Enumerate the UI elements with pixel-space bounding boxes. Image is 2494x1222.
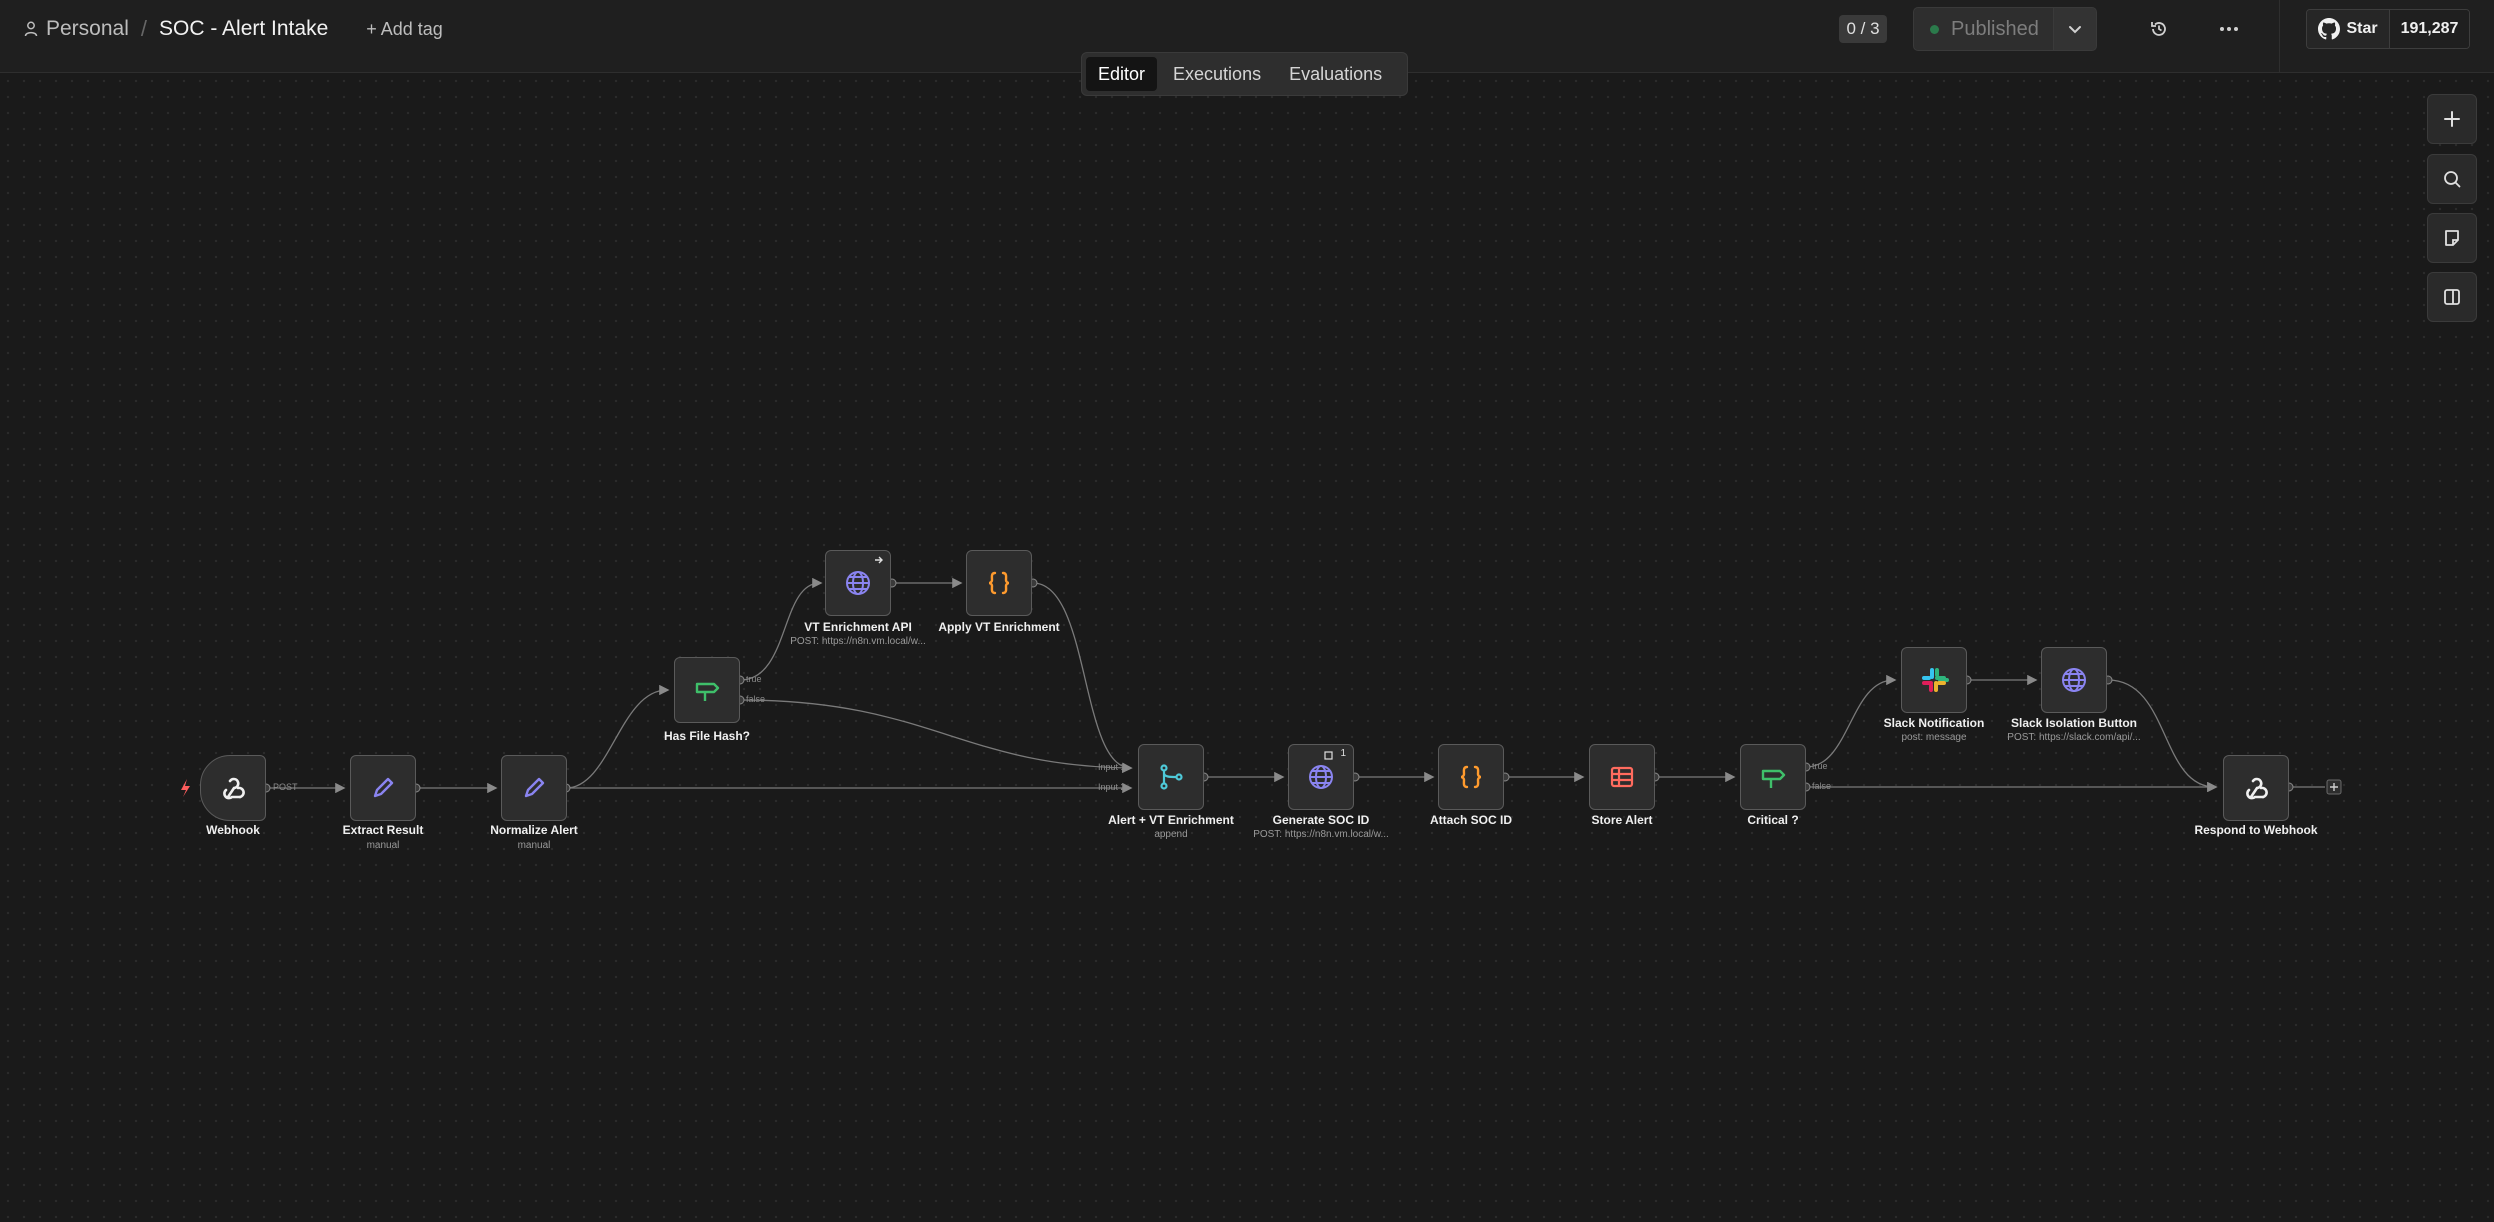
user-icon	[24, 21, 38, 37]
pencil-icon	[524, 777, 545, 798]
github-star-button[interactable]: Star	[2307, 10, 2390, 48]
node-sub-normalize-alert: manual	[517, 840, 551, 851]
port-label-false: false	[1812, 781, 1832, 791]
globe-icon	[846, 571, 870, 595]
port-label-true: true	[746, 674, 762, 684]
workflow-canvas[interactable]	[0, 73, 2494, 1222]
tab-editor[interactable]: Editor	[1086, 57, 1158, 91]
published-button[interactable]: Published	[1913, 7, 2054, 51]
history-button[interactable]	[2146, 16, 2172, 42]
panel-icon	[2444, 289, 2460, 305]
port-label-false: false	[746, 694, 766, 704]
data-table-icon	[1610, 766, 1634, 788]
node-label-respond-to-webhook: Respond to Webhook	[2194, 823, 2318, 837]
node-store-alert[interactable]	[1589, 744, 1655, 810]
node-has-file-hash[interactable]	[674, 657, 740, 723]
code-braces-icon	[1460, 765, 1482, 789]
if-signpost-icon	[1761, 769, 1786, 788]
node-attach-soc-id[interactable]	[1438, 744, 1504, 810]
breadcrumb-separator: /	[140, 16, 148, 41]
workflow-title[interactable]: SOC - Alert Intake	[159, 17, 328, 41]
github-star-count: 191,287	[2390, 10, 2469, 48]
node-apply-vt-enrichment[interactable]	[966, 550, 1032, 616]
webhook-icon	[223, 777, 245, 800]
webhook-icon	[2246, 777, 2268, 800]
node-slack-isolation-button[interactable]	[2041, 647, 2107, 713]
more-options-button[interactable]	[2216, 16, 2242, 42]
sticky-note-button[interactable]	[2427, 213, 2477, 263]
plus-icon	[2444, 111, 2460, 127]
github-star-label: Star	[2346, 20, 2378, 37]
published-label: Published	[1951, 17, 2039, 40]
slack-icon	[1922, 668, 1949, 692]
node-extract-result[interactable]	[350, 755, 416, 821]
github-star-widget[interactable]: Star 191,287	[2306, 9, 2470, 49]
view-tabs: Editor Executions Evaluations	[1081, 52, 1408, 96]
node-webhook[interactable]	[200, 755, 266, 821]
port-label-input-2: Input 2	[1098, 782, 1126, 792]
pencil-icon	[373, 777, 394, 798]
node-alert-vt-merge[interactable]	[1138, 744, 1204, 810]
workspace-name: Personal	[46, 17, 129, 40]
add-node-button[interactable]	[2427, 94, 2477, 144]
toggle-panel-button[interactable]	[2427, 272, 2477, 322]
pin-data-icon	[1324, 751, 1333, 760]
node-sub-slack-isolation-button: POST: https://slack.com/api/...	[2007, 732, 2141, 743]
globe-icon	[1309, 765, 1333, 789]
sticky-note-icon	[2445, 230, 2459, 246]
node-sub-generate-soc-id: POST: https://n8n.vm.local/w...	[1253, 829, 1389, 840]
evaluation-counter-badge: 0 / 3	[1839, 15, 1887, 43]
port-label-input-1: Input 1	[1098, 762, 1126, 772]
tab-evaluations[interactable]: Evaluations	[1277, 57, 1394, 91]
published-status-dot	[1930, 24, 1939, 34]
search-icon	[2444, 171, 2461, 188]
node-label-normalize-alert: Normalize Alert	[490, 823, 578, 837]
node-sub-vt-enrichment-api: POST: https://n8n.vm.local/w...	[790, 636, 926, 647]
chevron-down-icon	[2069, 26, 2081, 34]
search-nodes-button[interactable]	[2427, 154, 2477, 204]
history-icon	[2151, 22, 2166, 36]
github-icon	[2318, 18, 2341, 40]
breadcrumb: Personal / SOC - Alert Intake + Add tag	[24, 14, 443, 44]
node-label-has-file-hash: Has File Hash?	[663, 729, 751, 743]
add-tag-button[interactable]: + Add tag	[366, 19, 443, 40]
header-divider	[2279, 0, 2280, 72]
node-label-critical: Critical ?	[1747, 813, 1799, 827]
node-label-apply-vt-enrichment: Apply VT Enrichment	[938, 620, 1060, 634]
tab-executions[interactable]: Executions	[1161, 57, 1273, 91]
arrow-right-icon	[875, 556, 883, 564]
publish-dropdown-button[interactable]	[2054, 7, 2097, 51]
if-signpost-icon	[695, 682, 720, 701]
node-respond-to-webhook[interactable]	[2223, 755, 2289, 821]
merge-icon	[1160, 764, 1183, 790]
breadcrumb-workspace[interactable]: Personal	[24, 17, 129, 41]
globe-icon	[2062, 668, 2086, 692]
publish-group: Published	[1913, 7, 2097, 51]
port-label-post: POST	[273, 782, 298, 792]
more-horizontal-icon	[2220, 27, 2238, 31]
node-vt-enrichment-api[interactable]	[825, 550, 891, 616]
port-label-true: true	[1812, 761, 1828, 771]
node-label-slack-isolation-button: Slack Isolation Button	[2010, 716, 2137, 730]
execution-count-badge: 1	[1340, 748, 1346, 759]
code-braces-icon	[988, 571, 1010, 595]
node-generate-soc-id[interactable]: 1	[1288, 744, 1354, 810]
node-normalize-alert[interactable]	[501, 755, 567, 821]
node-critical[interactable]	[1740, 744, 1806, 810]
node-slack-notification[interactable]	[1901, 647, 1967, 713]
